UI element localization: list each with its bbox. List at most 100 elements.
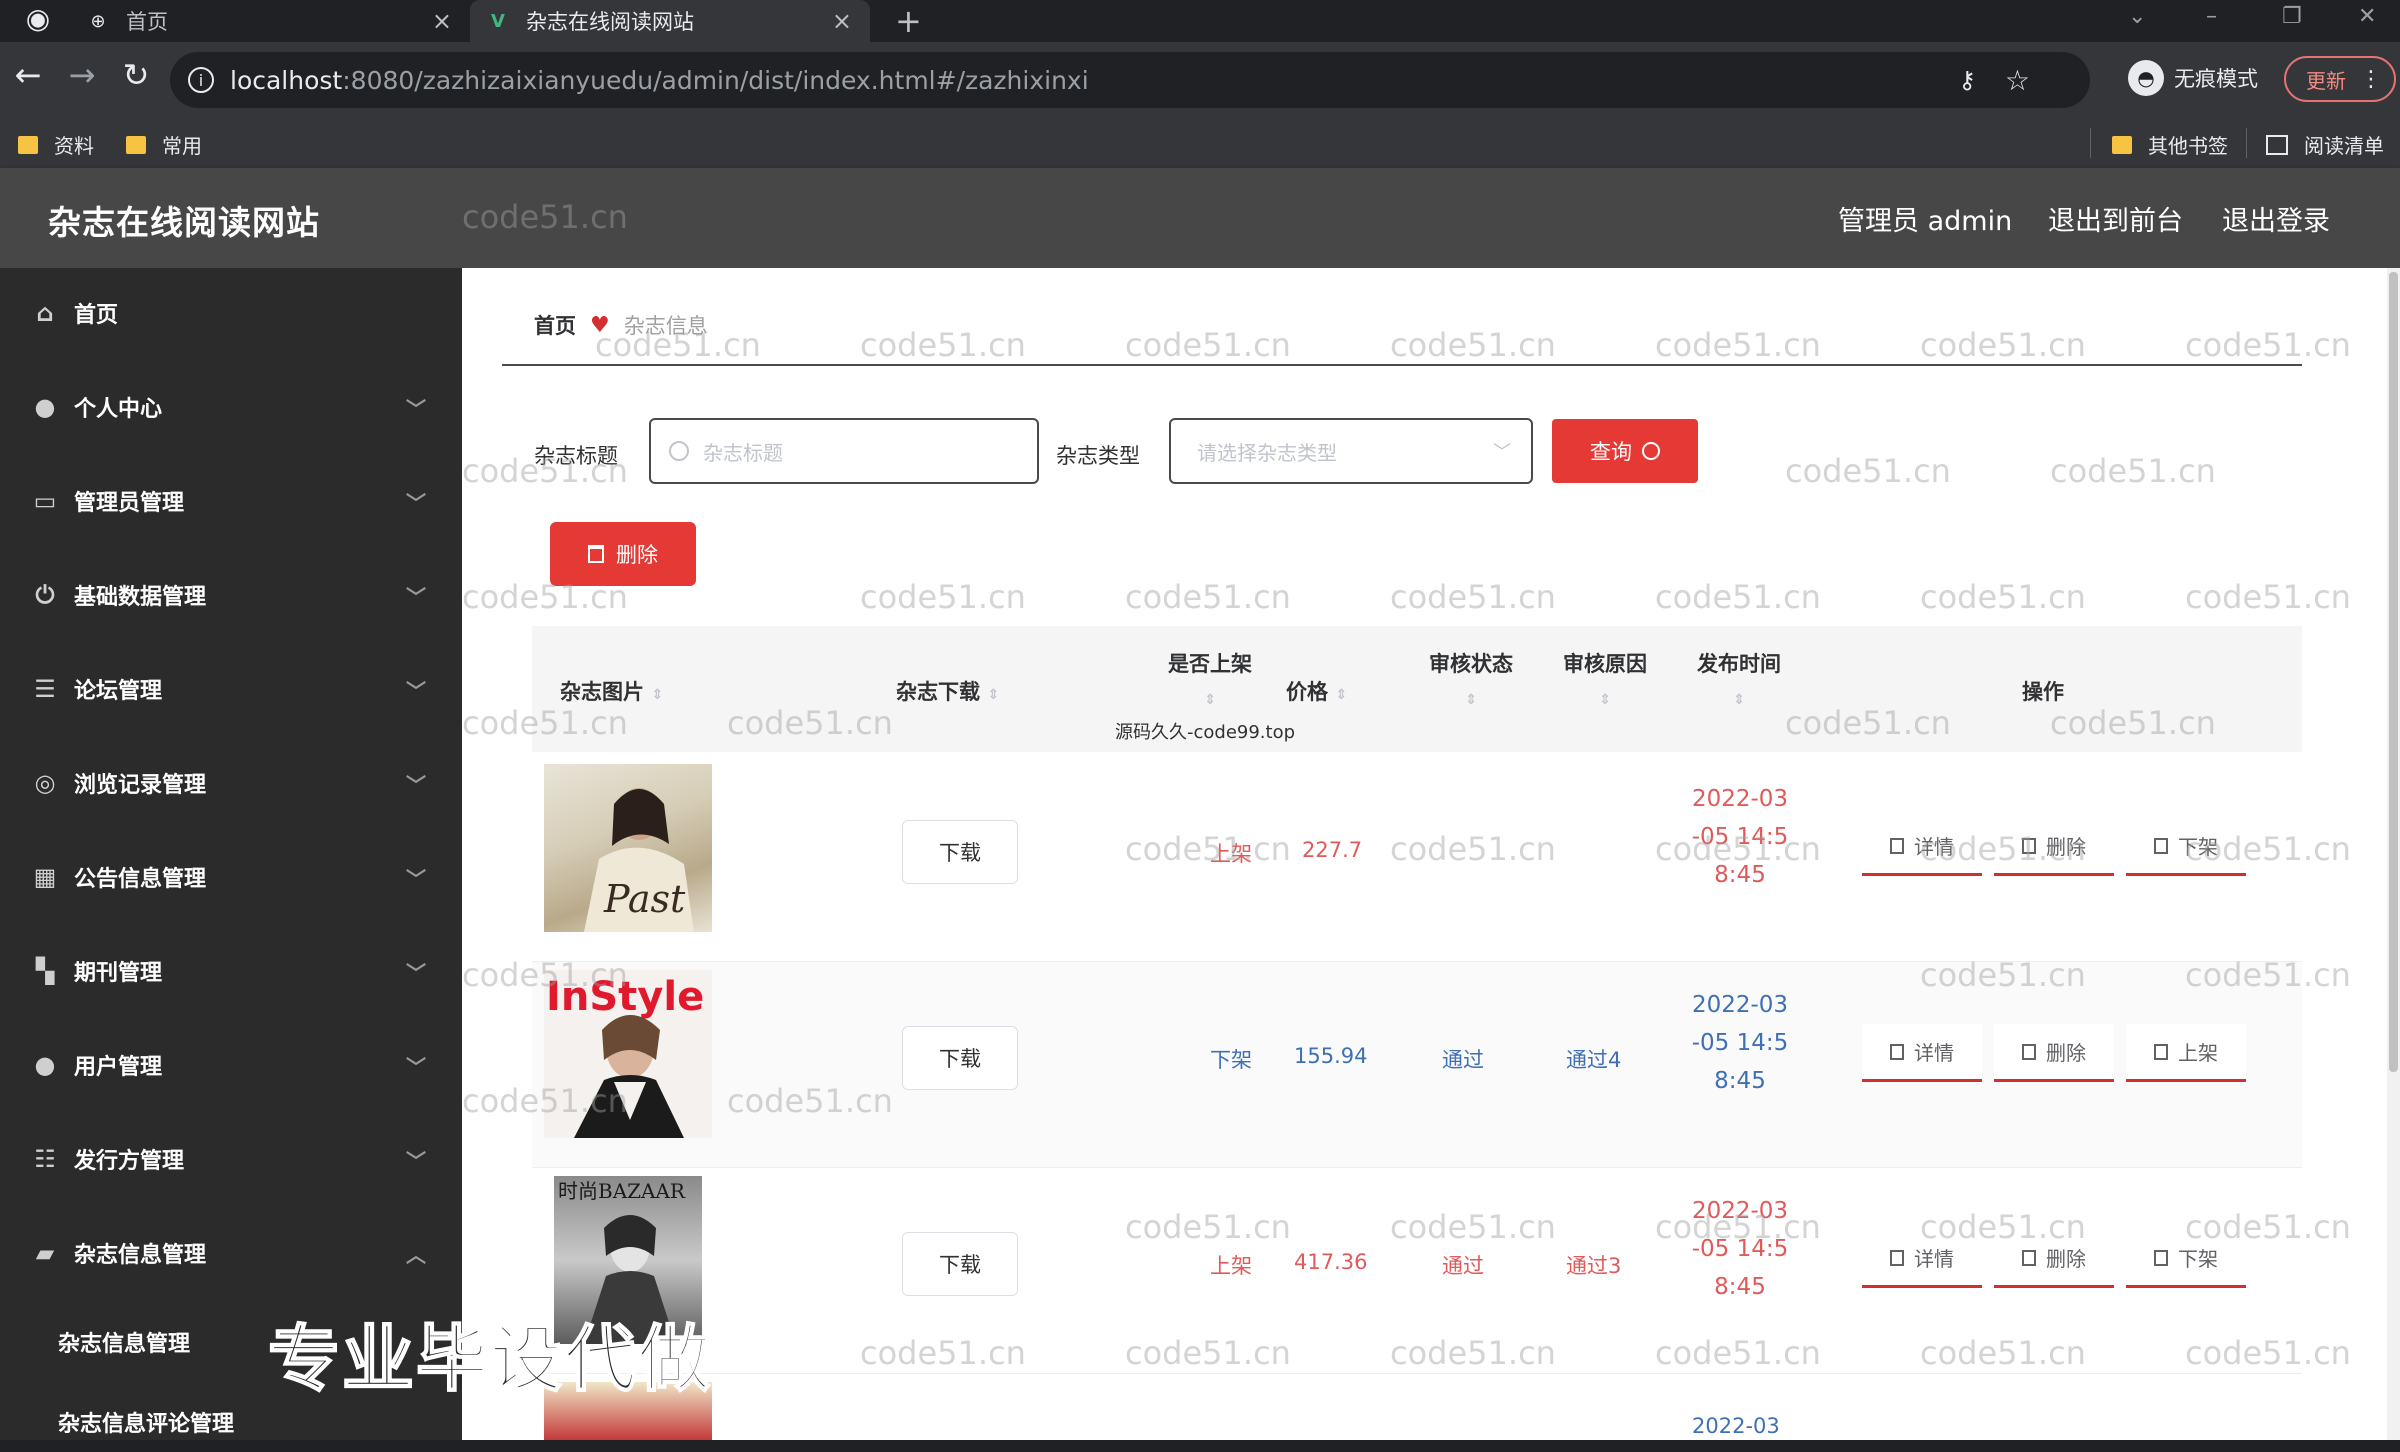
bookmark-label: 常用 (162, 134, 202, 158)
publish-time: 2022-03 -05 14:5 8:45 (1670, 780, 1810, 894)
sidebar-item-users[interactable]: ● 用户管理 ﹀ (0, 1030, 462, 1100)
folder-icon (126, 135, 146, 154)
sidebar-item-journals[interactable]: ▚ 期刊管理 ﹀ (0, 936, 462, 1006)
url-input[interactable]: i localhost:8080/zazhizaixianyuedu/admin… (170, 52, 2090, 108)
magazine-cover-image[interactable]: InStyle (544, 970, 712, 1138)
main-content: 首页 ♥ 杂志信息 杂志标题 杂志标题 杂志类型 请选择杂志类型 ﹀ 查询 删除… (462, 268, 2387, 1440)
sort-icon[interactable]: ⇕ (1335, 687, 1347, 703)
browser-tab-active[interactable]: V 杂志在线阅读网站 × (470, 0, 870, 42)
browser-tab-home[interactable]: ⊕ 首页 × (70, 0, 470, 42)
key-icon[interactable]: ⚷ (1958, 66, 1976, 94)
update-button[interactable]: 更新 ⋮ (2284, 56, 2396, 102)
download-button[interactable]: 下载 (902, 1026, 1018, 1090)
sidebar-item-publishers[interactable]: ☷ 发行方管理 ﹀ (0, 1124, 462, 1194)
column-header-listed[interactable]: 是否上架 ⇕ (1150, 648, 1270, 708)
url-host: localhost (230, 65, 343, 95)
sidebar-item-forum[interactable]: ☰ 论坛管理 ﹀ (0, 654, 462, 724)
chevron-down-icon: ﹀ (406, 772, 426, 797)
query-button[interactable]: 查询 (1552, 419, 1698, 483)
sidebar-subitem-label: 杂志信息管理 (58, 1332, 191, 1357)
bookmark-folder[interactable]: 常用 (126, 130, 202, 159)
publish-time: 2022-03 -05 14:5 8:45 (1670, 1192, 1810, 1306)
info-icon[interactable]: i (188, 67, 214, 93)
sort-icon[interactable]: ⇕ (987, 687, 999, 703)
blocks-icon: ▚ (35, 957, 55, 985)
scrollbar-thumb[interactable] (2389, 272, 2398, 1072)
row-delete-button[interactable]: 删除 (1994, 1230, 2114, 1288)
toggle-listing-button[interactable]: 下架 (2126, 818, 2246, 876)
sort-icon[interactable]: ⇕ (1150, 692, 1270, 708)
forward-icon[interactable]: → (62, 56, 102, 94)
header-label: 杂志图片 (560, 680, 644, 704)
url-path: :8080/zazhizaixianyuedu/admin/dist/index… (342, 65, 1089, 95)
trash-icon (2022, 1249, 2036, 1266)
column-header-review-reason[interactable]: 审核原因 ⇕ (1550, 648, 1660, 708)
listed-status: 上架 (1210, 842, 1252, 866)
download-button[interactable]: 下载 (902, 1232, 1018, 1296)
close-icon[interactable]: × (432, 7, 452, 35)
sidebar-item-profile[interactable]: ● 个人中心 ﹀ (0, 372, 462, 442)
toggle-listing-button[interactable]: 下架 (2126, 1230, 2246, 1288)
detail-button[interactable]: 详情 (1862, 818, 1982, 876)
other-bookmarks[interactable]: 其他书签 (2112, 130, 2228, 159)
sort-icon[interactable]: ⇕ (1550, 692, 1660, 708)
row-delete-button[interactable]: 删除 (1994, 1024, 2114, 1082)
breadcrumb-current: 杂志信息 (623, 314, 708, 338)
download-button[interactable]: 下载 (902, 820, 1018, 884)
publish-time-line: -05 14:5 (1691, 1030, 1789, 1056)
close-icon[interactable]: × (832, 7, 852, 35)
publish-time-line: -05 14:5 (1691, 1236, 1789, 1262)
restore-icon[interactable]: ❐ (2282, 4, 2302, 29)
minimize-icon[interactable]: – (2206, 4, 2217, 29)
sidebar-item-magazines[interactable]: ▰ 杂志信息管理 ︿ (0, 1218, 462, 1288)
sidebar-item-basic-data[interactable]: ⏻ 基础数据管理 ﹀ (0, 560, 462, 630)
detail-button[interactable]: 详情 (1862, 1230, 1982, 1288)
sort-icon[interactable]: ⇕ (1416, 692, 1526, 708)
reload-icon[interactable]: ↻ (116, 56, 156, 94)
star-icon[interactable]: ☆ (2005, 64, 2030, 97)
publish-time-line: 8:45 (1714, 1068, 1766, 1094)
history-icon: ◎ (34, 769, 56, 797)
column-header-publish-time[interactable]: 发布时间 ⇕ (1684, 648, 1794, 708)
title-search-input[interactable]: 杂志标题 (649, 418, 1039, 484)
svg-text:InStyle: InStyle (546, 974, 704, 1020)
magazine-cover-image[interactable]: Past (544, 764, 712, 932)
toggle-listing-button[interactable]: 上架 (2126, 1024, 2246, 1082)
sort-icon[interactable]: ⇕ (651, 687, 663, 703)
browser-tab-bar: ◉ ⊕ 首页 × V 杂志在线阅读网站 × + ⌄ – ❐ ✕ (0, 0, 2400, 42)
column-header-price[interactable]: 价格 ⇕ (1286, 676, 1347, 706)
column-header-image[interactable]: 杂志图片 ⇕ (560, 676, 663, 706)
header-label: 价格 (1286, 680, 1328, 704)
type-select[interactable]: 请选择杂志类型 ﹀ (1169, 418, 1533, 484)
title-search-label: 杂志标题 (534, 444, 618, 468)
cover-illustration: Past (584, 788, 694, 932)
sidebar-item-home[interactable]: ⌂ 首页 (0, 278, 462, 348)
bookmark-folder[interactable]: 资料 (18, 130, 94, 159)
list-icon: ☰ (34, 675, 56, 703)
batch-delete-button[interactable]: 删除 (550, 522, 696, 586)
sort-icon[interactable]: ⇕ (1684, 692, 1794, 708)
detail-button[interactable]: 详情 (1862, 1024, 1982, 1082)
tab-label: 杂志在线阅读网站 (526, 10, 694, 34)
new-tab-icon[interactable]: + (895, 2, 922, 40)
back-icon[interactable]: ← (8, 56, 48, 94)
breadcrumb-home[interactable]: 首页 (534, 310, 576, 340)
column-header-review-status[interactable]: 审核状态 ⇕ (1416, 648, 1526, 708)
logout-link[interactable]: 退出登录 (2222, 199, 2330, 238)
column-header-download[interactable]: 杂志下载 ⇕ (896, 676, 999, 706)
document-icon (1890, 1249, 1904, 1266)
sidebar-item-history[interactable]: ◎ 浏览记录管理 ﹀ (0, 748, 462, 818)
delete-label: 删除 (2046, 1041, 2086, 1065)
tab-search-icon[interactable]: ⌄ (2128, 4, 2146, 29)
folder-icon (18, 135, 38, 154)
back-to-front-link[interactable]: 退出到前台 (2048, 199, 2183, 238)
incognito-indicator[interactable]: ◓ 无痕模式 (2128, 60, 2258, 96)
row-delete-button[interactable]: 删除 (1994, 818, 2114, 876)
reading-list[interactable]: 阅读清单 (2266, 130, 2384, 159)
document-icon (1890, 1043, 1904, 1060)
delete-label: 删除 (2046, 1247, 2086, 1271)
window-close-icon[interactable]: ✕ (2358, 4, 2376, 29)
sidebar-item-notices[interactable]: ▦ 公告信息管理 ﹀ (0, 842, 462, 912)
sidebar-item-admins[interactable]: ▭ 管理员管理 ﹀ (0, 466, 462, 536)
browser-menu-icon[interactable]: ◉ (18, 2, 58, 35)
